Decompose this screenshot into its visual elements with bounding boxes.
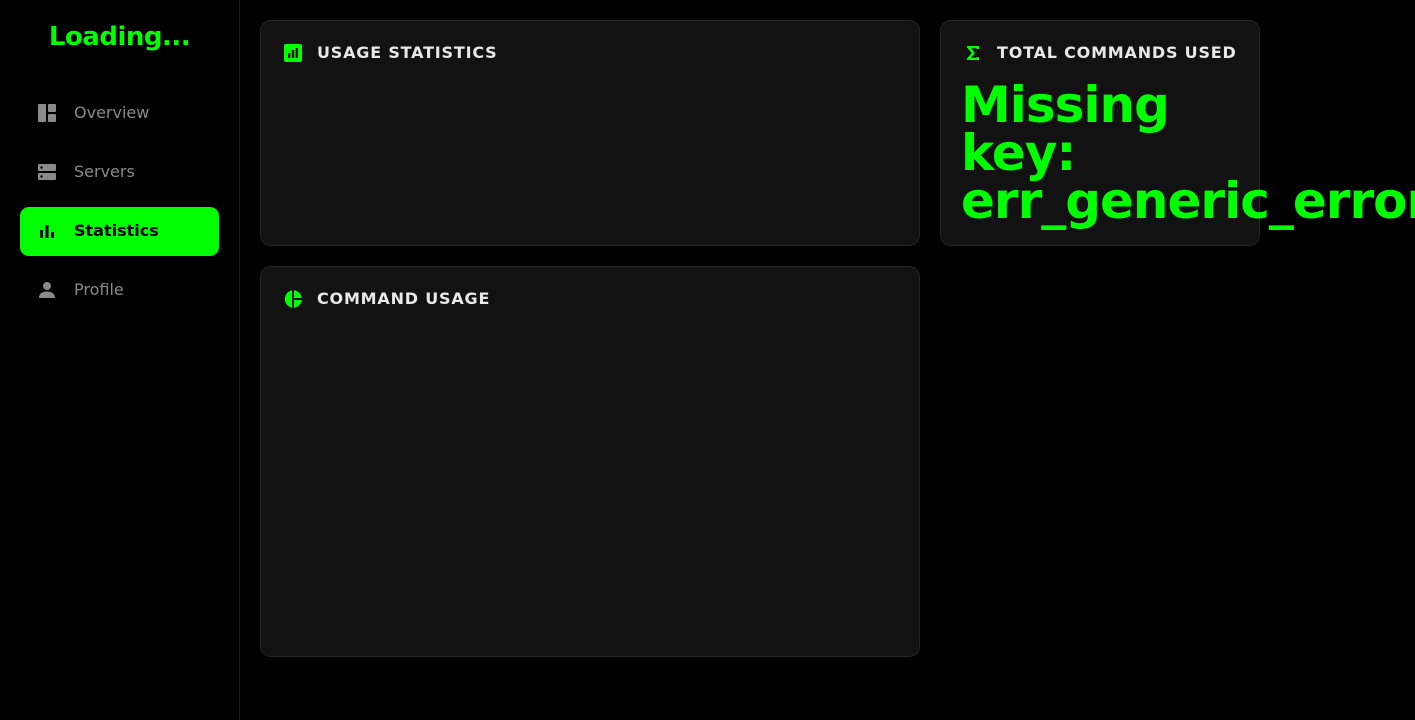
card-title: USAGE STATISTICS	[317, 43, 498, 62]
total-commands-card: TOTAL COMMANDS USED Missing key: err_gen…	[940, 20, 1415, 246]
servers-icon	[37, 162, 57, 182]
total-commands-value: Missing key: err_generic_error	[961, 76, 1415, 230]
sidebar-item-statistics[interactable]: Statistics	[20, 207, 219, 256]
command-usage-card: COMMAND USAGE	[260, 266, 920, 657]
brand-title: Loading...	[48, 22, 191, 52]
sidebar-item-label: Profile	[74, 280, 124, 299]
usage-statistics-card: USAGE STATISTICS	[260, 20, 920, 246]
value-line: Missing	[961, 76, 1170, 134]
value-line: err_generic_error	[961, 172, 1415, 230]
sidebar-item-servers[interactable]: Servers	[20, 148, 219, 197]
card-title: TOTAL COMMANDS USED	[997, 43, 1237, 62]
dashboard-icon	[37, 103, 57, 123]
sidebar-item-profile[interactable]: Profile	[20, 266, 219, 315]
analytics-icon	[283, 43, 303, 63]
person-icon	[37, 280, 57, 300]
bar-chart-icon	[37, 221, 57, 241]
sidebar-item-overview[interactable]: Overview	[20, 89, 219, 138]
sidebar-item-label: Statistics	[74, 221, 159, 240]
pie-chart-icon	[283, 289, 303, 309]
sidebar: Loading... Overview Servers Statistics P…	[0, 0, 240, 720]
sidebar-item-label: Servers	[74, 162, 135, 181]
value-line: key:	[961, 124, 1076, 182]
sigma-icon	[963, 43, 983, 63]
card-title: COMMAND USAGE	[317, 289, 491, 308]
sidebar-item-label: Overview	[74, 103, 150, 122]
